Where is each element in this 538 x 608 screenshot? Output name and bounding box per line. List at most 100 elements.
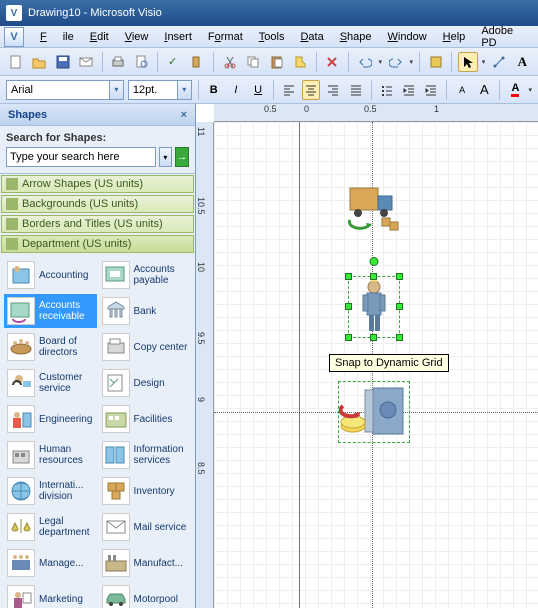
canvas-shape-worker-selected[interactable]	[349, 277, 399, 337]
connector-tool-button[interactable]	[489, 52, 508, 72]
menu-tools[interactable]: Tools	[251, 29, 293, 45]
stencil-arrow-shapes[interactable]: Arrow Shapes (US units)	[1, 175, 194, 193]
shapes-window-button[interactable]	[426, 52, 445, 72]
text-tool-button[interactable]: A	[513, 52, 532, 72]
pointer-dropdown[interactable]: ▾	[482, 58, 486, 66]
paste-button[interactable]	[267, 52, 286, 72]
copy-button[interactable]	[244, 52, 263, 72]
new-button[interactable]	[6, 52, 25, 72]
increase-font-button[interactable]: A	[475, 80, 493, 100]
search-go-button[interactable]: →	[175, 147, 189, 167]
underline-button[interactable]: U	[249, 80, 267, 100]
shape-accounts-payable[interactable]: Accounts payable	[99, 258, 192, 292]
menu-file[interactable]: File	[32, 29, 82, 45]
font-size-selector[interactable]: 12pt.▾	[128, 80, 192, 100]
rotation-handle[interactable]	[370, 257, 379, 266]
shape-motorpool[interactable]: Motorpool	[99, 582, 192, 608]
align-right-button[interactable]	[324, 80, 342, 100]
shape-international[interactable]: Internati... division	[4, 474, 97, 508]
horizontal-ruler[interactable]: 0.5 0 0.5 1	[214, 104, 538, 122]
canvas-shape-vault-dragging[interactable]	[339, 382, 409, 442]
shape-accounting[interactable]: Accounting	[4, 258, 97, 292]
formatting-toolbar: Arial▾ 12pt.▾ B I U A A A ▾	[0, 76, 538, 104]
shape-copy-center[interactable]: Copy center	[99, 330, 192, 364]
canvas-shape-shipping[interactable]	[344, 182, 404, 237]
shape-inventory[interactable]: Inventory	[99, 474, 192, 508]
close-icon[interactable]: ×	[181, 109, 187, 121]
shape-legal[interactable]: Legal department	[4, 510, 97, 544]
shape-manufacturing[interactable]: Manufact...	[99, 546, 192, 580]
mail-button[interactable]	[76, 52, 95, 72]
undo-button[interactable]	[355, 52, 374, 72]
italic-button[interactable]: I	[227, 80, 245, 100]
search-dropdown[interactable]: ▾	[159, 147, 172, 167]
canvas[interactable]: Snap to Dynamic Grid	[214, 122, 538, 608]
document-title: Drawing10	[28, 7, 81, 19]
shape-information-services[interactable]: Information services	[99, 438, 192, 472]
vertical-ruler[interactable]: 11 10.5 10 9.5 9 8.5	[196, 122, 214, 608]
delete-button[interactable]	[323, 52, 342, 72]
shape-customer-service[interactable]: Customer service	[4, 366, 97, 400]
save-button[interactable]	[53, 52, 72, 72]
resize-handle-w[interactable]	[345, 303, 352, 310]
menu-insert[interactable]: Insert	[156, 29, 200, 45]
menu-format[interactable]: Format	[200, 29, 251, 45]
align-center-button[interactable]	[302, 80, 320, 100]
font-color-dropdown[interactable]: ▾	[529, 86, 533, 94]
stencil-icon	[6, 178, 18, 190]
menu-shape[interactable]: Shape	[332, 29, 380, 45]
menu-bar: V File Edit View Insert Format Tools Dat…	[0, 26, 538, 48]
shape-board-directors[interactable]: Board of directors	[4, 330, 97, 364]
shape-facilities[interactable]: Facilities	[99, 402, 192, 436]
shape-human-resources[interactable]: Human resources	[4, 438, 97, 472]
shape-marketing[interactable]: Marketing	[4, 582, 97, 608]
bullets-button[interactable]	[378, 80, 396, 100]
menu-help[interactable]: Help	[435, 29, 474, 45]
menu-window[interactable]: Window	[380, 29, 435, 45]
menu-data[interactable]: Data	[292, 29, 331, 45]
menu-edit[interactable]: Edit	[82, 29, 117, 45]
research-button[interactable]	[188, 52, 207, 72]
preview-button[interactable]	[132, 52, 151, 72]
menu-adobe[interactable]: Adobe PD	[473, 23, 534, 51]
app-menu-icon[interactable]: V	[4, 27, 24, 47]
increase-indent-button[interactable]	[422, 80, 440, 100]
resize-handle-s[interactable]	[370, 334, 377, 341]
shape-accounts-receivable[interactable]: Accounts receivable	[4, 294, 97, 328]
decrease-indent-button[interactable]	[400, 80, 418, 100]
redo-button[interactable]	[386, 52, 405, 72]
resize-handle-e[interactable]	[396, 303, 403, 310]
shape-management[interactable]: Manage...	[4, 546, 97, 580]
shape-engineering[interactable]: Engineering	[4, 402, 97, 436]
print-button[interactable]	[109, 52, 128, 72]
decrease-font-button[interactable]: A	[453, 80, 471, 100]
bold-button[interactable]: B	[205, 80, 223, 100]
chevron-down-icon[interactable]: ▾	[109, 81, 123, 99]
cut-button[interactable]	[220, 52, 239, 72]
chevron-down-icon[interactable]: ▾	[177, 81, 191, 99]
shape-design[interactable]: Design	[99, 366, 192, 400]
search-input[interactable]	[6, 147, 156, 167]
redo-dropdown[interactable]: ▾	[409, 58, 413, 66]
resize-handle-ne[interactable]	[396, 273, 403, 280]
font-color-button[interactable]: A	[506, 80, 524, 100]
undo-dropdown[interactable]: ▾	[379, 58, 383, 66]
shape-mail[interactable]: Mail service	[99, 510, 192, 544]
resize-handle-se[interactable]	[396, 334, 403, 341]
spelling-button[interactable]: ✓	[164, 52, 183, 72]
resize-handle-sw[interactable]	[345, 334, 352, 341]
open-button[interactable]	[29, 52, 48, 72]
align-left-button[interactable]	[280, 80, 298, 100]
shape-list: Accounting Accounts payable Accounts rec…	[0, 254, 195, 608]
resize-handle-nw[interactable]	[345, 273, 352, 280]
justify-button[interactable]	[347, 80, 365, 100]
font-selector[interactable]: Arial▾	[6, 80, 124, 100]
resize-handle-n[interactable]	[370, 273, 377, 280]
shape-bank[interactable]: Bank	[99, 294, 192, 328]
menu-view[interactable]: View	[117, 29, 157, 45]
stencil-department[interactable]: Department (US units)	[1, 235, 194, 253]
stencil-borders-titles[interactable]: Borders and Titles (US units)	[1, 215, 194, 233]
format-painter-button[interactable]	[290, 52, 309, 72]
stencil-backgrounds[interactable]: Backgrounds (US units)	[1, 195, 194, 213]
pointer-tool-button[interactable]	[458, 52, 477, 72]
